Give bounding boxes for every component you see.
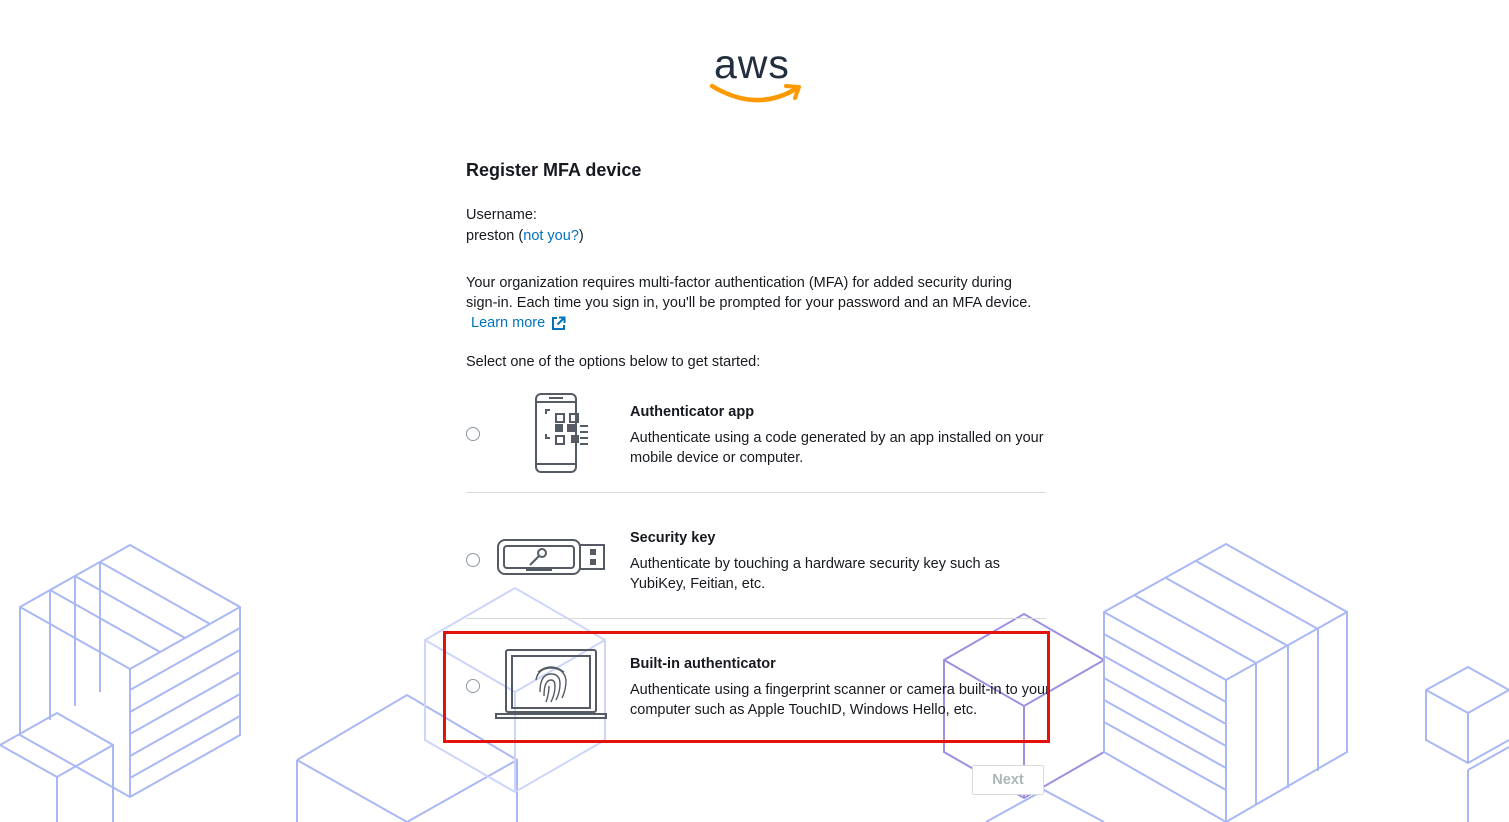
- option-title: Authenticator app: [630, 404, 755, 420]
- radio-authenticator-app[interactable]: [466, 427, 480, 441]
- option-title: Built-in authenticator: [630, 656, 776, 672]
- option-authenticator-app[interactable]: Authenticator app Authenticate using a c…: [466, 392, 1046, 518]
- not-you-link[interactable]: not you?: [523, 228, 579, 244]
- next-button[interactable]: Next: [972, 765, 1044, 795]
- paren-close: ): [578, 228, 584, 244]
- radio-security-key[interactable]: [466, 553, 480, 567]
- option-security-key[interactable]: Security key Authenticate by touching a …: [466, 518, 1046, 644]
- aws-logo: aws: [700, 40, 810, 110]
- option-description: Authenticate by touching a hardware secu…: [630, 556, 1000, 592]
- description-text: Your organization requires multi-factor …: [466, 275, 1032, 311]
- aws-smile-icon: [709, 83, 801, 103]
- select-prompt: Select one of the options below to get s…: [466, 354, 761, 370]
- option-description: Authenticate using a code generated by a…: [630, 430, 1044, 466]
- learn-more-link[interactable]: Learn more: [471, 313, 566, 333]
- option-built-in-authenticator[interactable]: Built-in authenticator Authenticate usin…: [466, 644, 1050, 770]
- phone-qr-icon: [535, 393, 588, 473]
- option-divider: [466, 618, 1046, 619]
- mfa-description: Your organization requires multi-factor …: [466, 273, 1041, 333]
- username-value: preston: [466, 228, 515, 244]
- username-line: preston (not you?): [466, 228, 584, 244]
- usb-key-icon: [497, 539, 605, 575]
- page-title: Register MFA device: [466, 160, 642, 180]
- option-title: Security key: [630, 530, 716, 546]
- external-link-icon: [552, 316, 566, 330]
- learn-more-label: Learn more: [471, 315, 546, 331]
- username-label: Username:: [466, 207, 537, 223]
- option-description: Authenticate using a fingerprint scanner…: [630, 682, 1050, 718]
- radio-built-in-authenticator[interactable]: [466, 679, 480, 693]
- option-divider: [466, 492, 1046, 493]
- laptop-fingerprint-icon: [495, 649, 607, 719]
